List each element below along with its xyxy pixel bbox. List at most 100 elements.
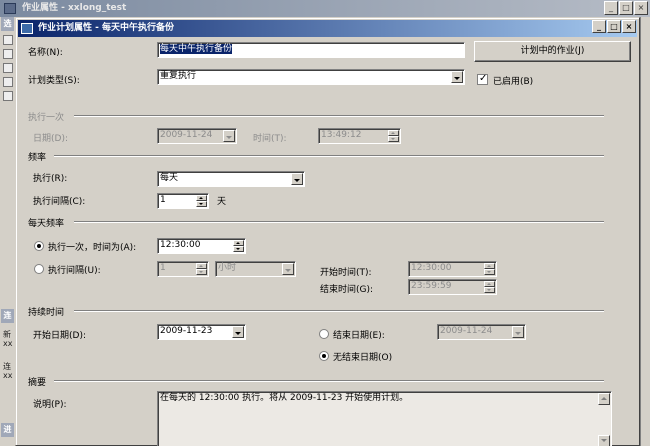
spin-down-icon[interactable] bbox=[484, 269, 495, 275]
background-right-edge bbox=[640, 17, 650, 446]
end-time-value: 23:59:59 bbox=[411, 281, 452, 291]
start-time-value: 12:30:00 bbox=[411, 263, 452, 273]
background-maximize-button[interactable]: □ bbox=[619, 1, 633, 15]
schedule-type-value: 重复执行 bbox=[160, 71, 197, 81]
description-value: 在每天的 12:30:00 执行。将从 2009-11-23 开始使用计划。 bbox=[160, 393, 409, 403]
end-time-input[interactable]: 23:59:59 bbox=[408, 279, 497, 295]
page-icon[interactable] bbox=[3, 35, 13, 45]
daily-every-unit-value: 小时 bbox=[218, 263, 237, 273]
section-divider bbox=[74, 115, 604, 117]
end-time-label: 结束时间(G): bbox=[320, 285, 374, 295]
window-icon bbox=[4, 3, 16, 14]
minimize-button[interactable]: _ bbox=[592, 20, 606, 33]
once-section-title: 执行一次 bbox=[28, 113, 65, 123]
page-icon[interactable] bbox=[3, 77, 13, 87]
no-end-date-radio[interactable] bbox=[319, 351, 329, 361]
start-date-value: 2009-11-23 bbox=[160, 326, 213, 336]
description-label: 说明(P): bbox=[33, 400, 67, 410]
scroll-up-icon[interactable] bbox=[598, 393, 610, 405]
daily-every-value: 1 bbox=[160, 263, 166, 273]
enabled-label: 已启用(B) bbox=[493, 77, 534, 87]
daily-once-radio[interactable] bbox=[34, 241, 44, 251]
name-label: 名称(N): bbox=[28, 48, 63, 58]
occurs-select[interactable]: 每天 bbox=[157, 171, 305, 187]
left-tab-select[interactable]: 选 bbox=[1, 17, 14, 31]
once-time-label: 时间(T): bbox=[253, 134, 287, 144]
chevron-down-icon[interactable] bbox=[291, 173, 303, 185]
chevron-down-icon[interactable] bbox=[282, 263, 294, 275]
once-time-value: 13:49:12 bbox=[321, 130, 362, 140]
spin-down-icon[interactable] bbox=[196, 269, 207, 275]
maximize-button[interactable]: □ bbox=[607, 20, 621, 33]
start-date-label: 开始日期(D): bbox=[33, 331, 86, 341]
daily-once-label: 执行一次，时间为(A): bbox=[48, 243, 137, 253]
start-date-picker[interactable]: 2009-11-23 bbox=[157, 324, 246, 340]
summary-section-title: 摘要 bbox=[28, 378, 47, 388]
left-tab-progress[interactable]: 进 bbox=[1, 423, 14, 437]
end-date-value: 2009-11-24 bbox=[440, 326, 493, 336]
dialog-titlebar[interactable]: 作业计划属性 - 每天中午执行备份 bbox=[18, 20, 637, 37]
recur-interval-label: 执行间隔(C): bbox=[33, 197, 86, 207]
name-value: 每天中午执行备份 bbox=[160, 44, 233, 54]
description-scrollbar[interactable] bbox=[598, 393, 610, 446]
recur-interval-input[interactable]: 1 bbox=[157, 193, 209, 209]
daily-section-title: 每天频率 bbox=[28, 219, 65, 229]
start-time-input[interactable]: 12:30:00 bbox=[408, 261, 497, 277]
start-time-label: 开始时间(T): bbox=[320, 268, 372, 278]
end-date-radio[interactable] bbox=[319, 329, 329, 339]
close-button[interactable]: × bbox=[622, 20, 636, 33]
background-close-button[interactable]: × bbox=[634, 1, 648, 15]
background-left-panel: 选 连 新 xx 连 xx 进 bbox=[0, 17, 16, 446]
daily-every-input[interactable]: 1 bbox=[157, 261, 209, 277]
scroll-down-icon[interactable] bbox=[598, 435, 610, 446]
once-time-input[interactable]: 13:49:12 bbox=[318, 128, 401, 144]
occurs-value: 每天 bbox=[160, 173, 179, 183]
daily-once-time-value: 12:30:00 bbox=[160, 240, 201, 250]
chevron-down-icon[interactable] bbox=[232, 326, 244, 338]
once-date-picker[interactable]: 2009-11-24 bbox=[157, 128, 237, 144]
recur-interval-value: 1 bbox=[160, 195, 166, 205]
chevron-down-icon[interactable] bbox=[223, 130, 235, 142]
once-date-value: 2009-11-24 bbox=[160, 130, 213, 140]
spin-down-icon[interactable] bbox=[233, 246, 244, 252]
chevron-down-icon[interactable] bbox=[512, 326, 524, 338]
left-item-sub: xx bbox=[3, 339, 13, 348]
dialog-title: 作业计划属性 - 每天中午执行备份 bbox=[38, 23, 175, 33]
spin-down-icon[interactable] bbox=[196, 201, 207, 207]
end-date-picker[interactable]: 2009-11-24 bbox=[437, 324, 526, 340]
section-divider bbox=[74, 310, 604, 312]
schedule-type-label: 计划类型(S): bbox=[28, 76, 80, 86]
jobs-in-schedule-button[interactable]: 计划中的作业(J) bbox=[474, 41, 631, 62]
daily-once-time-input[interactable]: 12:30:00 bbox=[157, 238, 246, 254]
left-tab-connection[interactable]: 连 bbox=[1, 309, 14, 323]
chevron-down-icon[interactable] bbox=[451, 71, 463, 83]
enabled-checkbox[interactable] bbox=[477, 73, 488, 85]
name-input[interactable]: 每天中午执行备份 bbox=[157, 42, 465, 58]
section-divider bbox=[74, 221, 604, 223]
occurs-label: 执行(R): bbox=[33, 174, 68, 184]
left-item-sub: xx bbox=[3, 371, 13, 380]
frequency-section-title: 频率 bbox=[28, 153, 47, 163]
schedule-properties-dialog: 作业计划属性 - 每天中午执行备份 _ □ × 名称(N): 每天中午执行备份 … bbox=[15, 17, 640, 446]
daily-every-radio[interactable] bbox=[34, 264, 44, 274]
duration-section-title: 持续时间 bbox=[28, 308, 65, 318]
spin-down-icon[interactable] bbox=[484, 287, 495, 293]
daily-every-label: 执行间隔(U): bbox=[48, 266, 101, 276]
section-divider bbox=[54, 155, 604, 157]
once-date-label: 日期(D): bbox=[33, 134, 68, 144]
no-end-date-label: 无结束日期(O) bbox=[333, 353, 393, 363]
schedule-type-select[interactable]: 重复执行 bbox=[157, 69, 465, 85]
spin-down-icon[interactable] bbox=[388, 136, 399, 142]
end-date-label: 结束日期(E): bbox=[333, 331, 385, 341]
schedule-icon bbox=[21, 23, 33, 34]
background-window-title: 作业属性 - xxlong_test bbox=[22, 3, 127, 13]
page-icon[interactable] bbox=[3, 49, 13, 59]
section-divider bbox=[54, 380, 604, 382]
description-textarea[interactable]: 在每天的 12:30:00 执行。将从 2009-11-23 开始使用计划。 bbox=[157, 391, 612, 446]
page-icon[interactable] bbox=[3, 63, 13, 73]
recur-interval-unit: 天 bbox=[217, 197, 227, 207]
background-window-titlebar: 作业属性 - xxlong_test bbox=[0, 0, 650, 17]
page-icon[interactable] bbox=[3, 91, 13, 101]
background-minimize-button[interactable]: _ bbox=[604, 1, 618, 15]
daily-every-unit-select[interactable]: 小时 bbox=[215, 261, 296, 277]
